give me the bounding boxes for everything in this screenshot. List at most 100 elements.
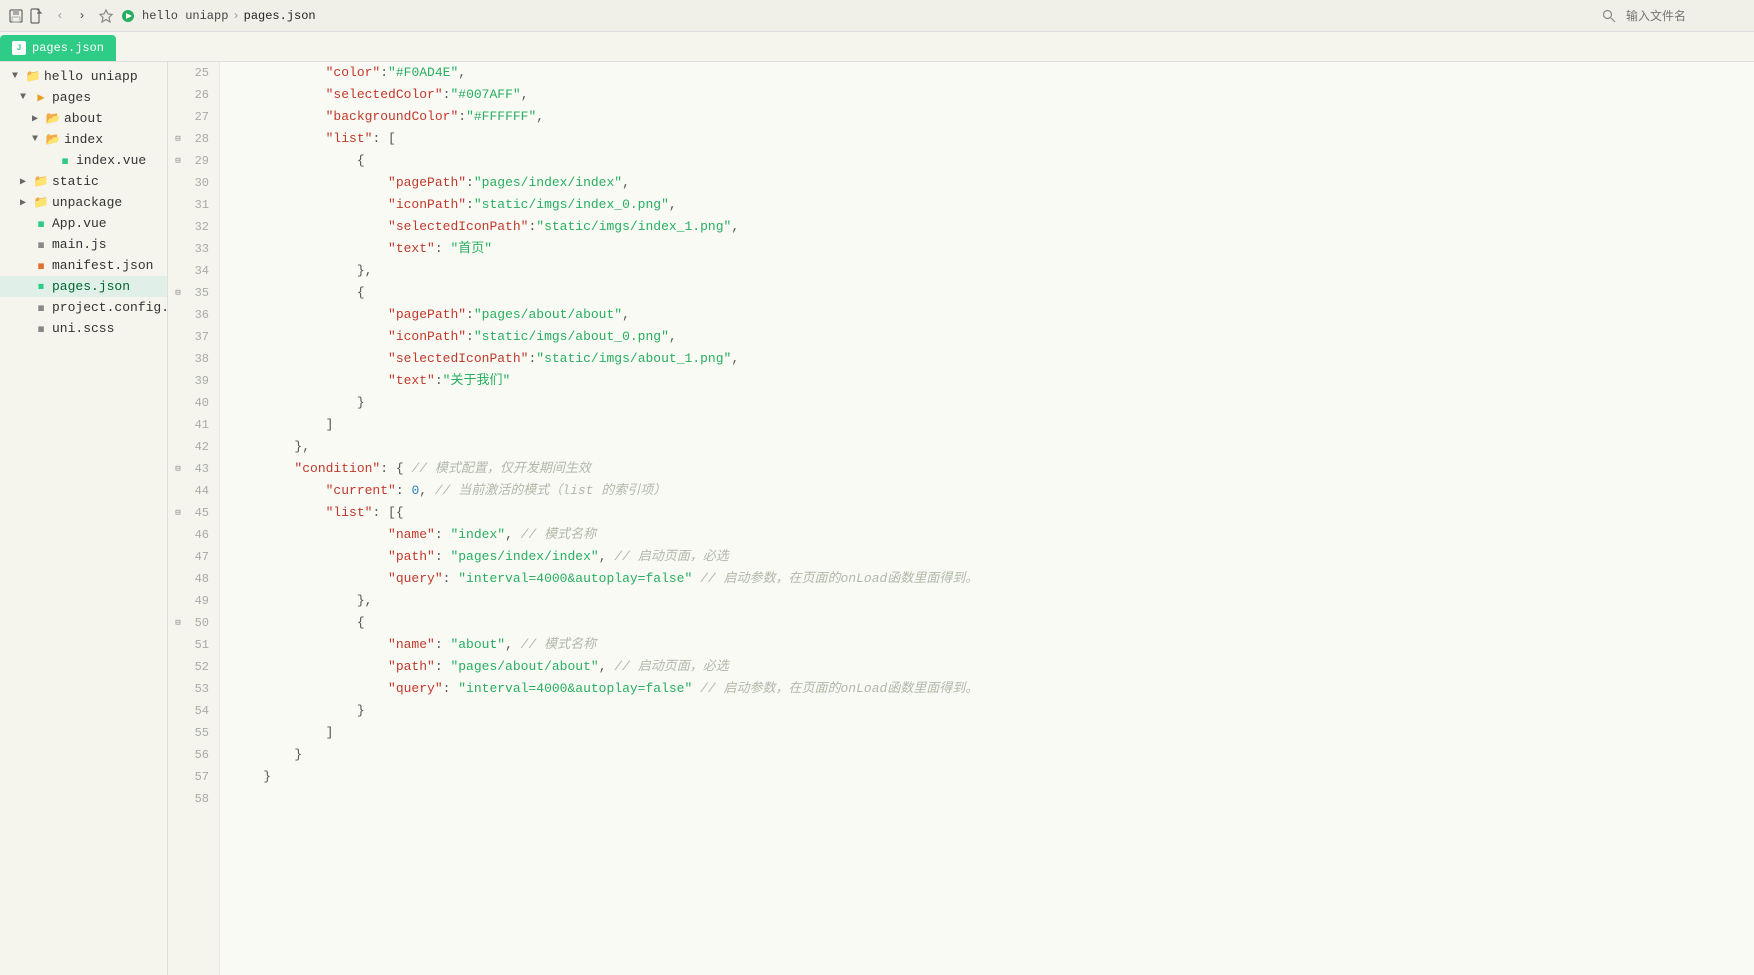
root-folder-icon: 📁 [26,70,40,84]
line-num-31: 31 [168,194,219,216]
editor-content: 25 26 27 ⊟28 ⊟29 30 31 32 33 34 ⊟35 36 3… [168,62,1754,975]
line-num-51: 51 [168,634,219,656]
app-vue-icon: ◼ [34,217,48,231]
sidebar-item-index-vue[interactable]: ◼ index.vue [0,150,167,171]
code-line-34: }, [232,260,1754,282]
sidebar-item-project-config[interactable]: ◼ project.config.... [0,297,167,318]
line-num-46: 46 [168,524,219,546]
sidebar-root-label: hello uniapp [44,69,138,84]
sidebar-item-pages[interactable]: ▼ ▶ pages [0,87,167,108]
code-line-25: "color":"#F0AD4E", [232,62,1754,84]
sidebar: ▼ 📁 hello uniapp ▼ ▶ pages ▶ 📂 about ▼ 📂… [0,62,168,975]
code-line-35: { [232,282,1754,304]
line-num-40: 40 [168,392,219,414]
code-line-51: "name": "about", // 模式名称 [232,634,1754,656]
sidebar-pages-json-label: pages.json [52,279,130,294]
line-num-38: 38 [168,348,219,370]
code-line-26: "selectedColor":"#007AFF", [232,84,1754,106]
manifest-spacer [16,259,30,273]
line-num-39: 39 [168,370,219,392]
sidebar-item-manifest[interactable]: ◼ manifest.json [0,255,167,276]
file-search-input[interactable] [1626,9,1746,23]
sidebar-index-vue-label: index.vue [76,153,146,168]
sidebar-item-static[interactable]: ▶ 📁 static [0,171,167,192]
line-numbers: 25 26 27 ⊟28 ⊟29 30 31 32 33 34 ⊟35 36 3… [168,62,220,975]
code-line-56: } [232,744,1754,766]
static-expand-icon: ▶ [16,175,30,189]
unpackage-expand-icon: ▶ [16,196,30,210]
sidebar-item-unpackage[interactable]: ▶ 📁 unpackage [0,192,167,213]
tab-pages-json[interactable]: J pages.json [0,35,116,61]
sidebar-item-index[interactable]: ▼ 📂 index [0,129,167,150]
line-num-25: 25 [168,62,219,84]
line-num-29: ⊟29 [168,150,219,172]
code-line-42: }, [232,436,1754,458]
sidebar-item-app-vue[interactable]: ◼ App.vue [0,213,167,234]
code-line-28: "list": [ [232,128,1754,150]
sidebar-static-label: static [52,174,99,189]
file-search-icon[interactable] [1600,7,1618,25]
line-num-57: 57 [168,766,219,788]
uni-scss-icon: ◼ [34,322,48,336]
breadcrumb-root[interactable]: hello uniapp [142,9,228,23]
code-line-52: "path": "pages/about/about", // 启动页面，必选 [232,656,1754,678]
unpackage-folder-icon: 📁 [34,196,48,210]
line-num-45: ⊟45 [168,502,219,524]
line-num-48: 48 [168,568,219,590]
sidebar-item-uni-scss[interactable]: ◼ uni.scss [0,318,167,339]
new-file-icon[interactable] [28,8,44,24]
line-num-30: 30 [168,172,219,194]
save-icon[interactable] [8,8,24,24]
forward-arrow[interactable]: › [72,6,92,26]
sidebar-manifest-label: manifest.json [52,258,153,273]
line-num-28: ⊟28 [168,128,219,150]
sidebar-uni-scss-label: uni.scss [52,321,114,336]
code-line-27: "backgroundColor":"#FFFFFF", [232,106,1754,128]
code-line-33: "text": "首页" [232,238,1754,260]
about-folder-icon: 📂 [46,112,60,126]
code-line-31: "iconPath":"static/imgs/index_0.png", [232,194,1754,216]
line-num-33: 33 [168,238,219,260]
line-num-44: 44 [168,480,219,502]
line-num-32: 32 [168,216,219,238]
code-line-45: "list": [{ [232,502,1754,524]
line-num-50: ⊟50 [168,612,219,634]
code-line-29: { [232,150,1754,172]
pages-folder-icon: ▶ [34,91,48,105]
nav-arrows: ‹ › [50,6,92,26]
code-line-48: "query": "interval=4000&autoplay=false" … [232,568,1754,590]
star-icon[interactable] [98,8,114,24]
line-num-47: 47 [168,546,219,568]
code-area[interactable]: "color":"#F0AD4E", "selectedColor":"#007… [220,62,1754,975]
sidebar-item-main-js[interactable]: ◼ main.js [0,234,167,255]
line-num-34: 34 [168,260,219,282]
back-arrow[interactable]: ‹ [50,6,70,26]
line-num-26: 26 [168,84,219,106]
index-folder-icon: 📂 [46,133,60,147]
sidebar-item-pages-json[interactable]: ◼ pages.json [0,276,167,297]
code-line-44: "current": 0, // 当前激活的模式（list 的索引项） [232,480,1754,502]
index-vue-icon: ◼ [58,154,72,168]
manifest-icon: ◼ [34,259,48,273]
title-bar-right [1600,7,1746,25]
line-num-35: ⊟35 [168,282,219,304]
code-line-37: "iconPath":"static/imgs/about_0.png", [232,326,1754,348]
sidebar-root[interactable]: ▼ 📁 hello uniapp [0,66,167,87]
code-line-43: "condition": { // 模式配置，仅开发期间生效 [232,458,1754,480]
line-num-54: 54 [168,700,219,722]
code-line-55: ] [232,722,1754,744]
line-num-37: 37 [168,326,219,348]
project-config-spacer [16,301,30,315]
sidebar-index-label: index [64,132,103,147]
pages-json-spacer [16,280,30,294]
line-num-36: 36 [168,304,219,326]
code-line-40: } [232,392,1754,414]
sidebar-item-about[interactable]: ▶ 📂 about [0,108,167,129]
editor-area: 25 26 27 ⊟28 ⊟29 30 31 32 33 34 ⊟35 36 3… [168,62,1754,975]
line-num-43: ⊟43 [168,458,219,480]
code-line-58 [232,788,1754,810]
code-line-41: ] [232,414,1754,436]
run-icon[interactable] [120,8,136,24]
app-vue-spacer [16,217,30,231]
code-line-32: "selectedIconPath":"static/imgs/index_1.… [232,216,1754,238]
